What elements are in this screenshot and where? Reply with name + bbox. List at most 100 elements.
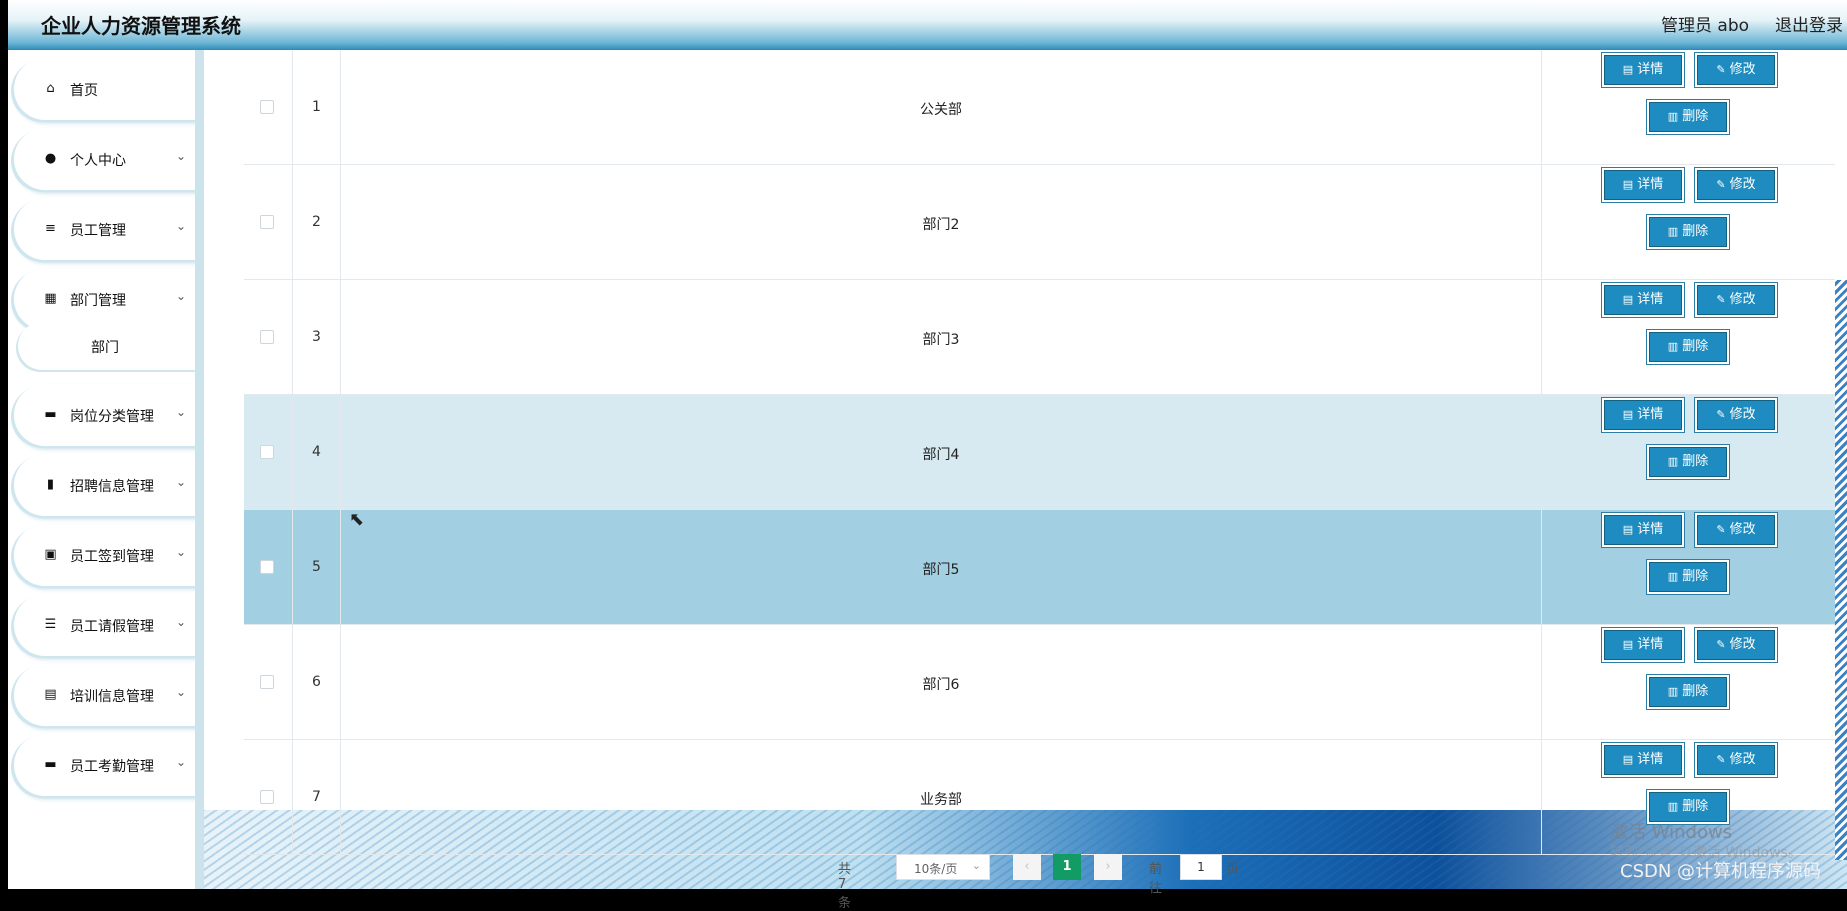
goto-page-input[interactable] — [1180, 854, 1222, 880]
sidebar-item-label: 员工考勤管理 — [70, 759, 154, 775]
department-name: 部门4 — [922, 447, 960, 463]
row-index: 3 — [312, 329, 321, 345]
department-name: 部门5 — [922, 562, 960, 578]
trash-icon: ▥ — [1667, 685, 1679, 698]
chevron-down-icon: ⌄ — [176, 475, 187, 489]
table-row: 2 部门2 — [244, 165, 1835, 280]
row-checkbox[interactable] — [260, 675, 274, 689]
chevron-down-icon: ⌄ — [176, 545, 187, 559]
edit-button[interactable]: ✎ 修改 — [1697, 400, 1775, 430]
row-checkbox[interactable] — [260, 330, 274, 344]
sidebar-item-leave[interactable]: ☰ 员工请假管理 ⌄ — [14, 594, 200, 656]
edit-button[interactable]: ✎ 修改 — [1697, 745, 1775, 775]
department-name: 公关部 — [920, 102, 962, 118]
row-index: 4 — [312, 444, 321, 460]
decorative-strip — [1835, 280, 1847, 860]
page-size-value: 10条/页 — [914, 862, 958, 876]
csdn-watermark: CSDN @计算机程序源码 — [1620, 861, 1822, 882]
detail-button[interactable]: ▤ 详情 — [1604, 55, 1682, 85]
sidebar-item-attendance[interactable]: ▬ 员工考勤管理 ⌄ — [14, 734, 200, 796]
chevron-down-icon: ⌄ — [971, 859, 981, 872]
top-header: 企业人力资源管理系统 管理员 abo 退出登录 — [8, 0, 1847, 50]
sidebar-item-home[interactable]: ⌂ 首页 — [14, 58, 200, 120]
edit-button[interactable]: ✎ 修改 — [1697, 170, 1775, 200]
detail-button[interactable]: ▤ 详情 — [1604, 285, 1682, 315]
edit-button[interactable]: ✎ 修改 — [1697, 515, 1775, 545]
chevron-left-icon: ‹ — [1024, 859, 1030, 874]
pagination-total: 共 7 条 — [838, 862, 852, 911]
windows-activation-title: 激活 Windows — [1610, 822, 1733, 843]
row-checkbox[interactable] — [260, 215, 274, 229]
sidebar-item-recruitment[interactable]: ▮ 招聘信息管理 ⌄ — [14, 454, 200, 516]
table-row: 1 公关部 — [244, 50, 1835, 165]
detail-button[interactable]: ▤ 详情 — [1604, 515, 1682, 545]
chevron-right-icon: › — [1105, 859, 1111, 874]
pencil-icon: ✎ — [1716, 178, 1726, 191]
row-index: 6 — [312, 674, 321, 690]
department-name: 部门6 — [922, 677, 960, 693]
pencil-icon: ✎ — [1716, 523, 1726, 536]
edit-button[interactable]: ✎ 修改 — [1697, 630, 1775, 660]
pencil-icon: ✎ — [1716, 293, 1726, 306]
sidebar-item-label: 员工签到管理 — [70, 549, 154, 565]
page-size-select[interactable]: 10条/页 ⌄ — [896, 854, 990, 880]
sidebar-item-label: 培训信息管理 — [70, 689, 154, 705]
trash-icon: ▥ — [1667, 110, 1679, 123]
detail-button[interactable]: ▤ 详情 — [1604, 170, 1682, 200]
sidebar-item-training[interactable]: ▤ 培训信息管理 ⌄ — [14, 664, 200, 726]
row-index: 2 — [312, 214, 321, 230]
trash-icon: ▥ — [1667, 455, 1679, 468]
row-checkbox[interactable] — [260, 790, 274, 804]
prev-page-button[interactable]: ‹ — [1013, 854, 1041, 880]
edit-button[interactable]: ✎ 修改 — [1697, 285, 1775, 315]
admin-label: 管理员 abo — [1661, 16, 1750, 36]
trash-icon: ▥ — [1667, 800, 1679, 813]
row-checkbox[interactable] — [260, 560, 274, 574]
chevron-down-icon: ⌄ — [176, 755, 187, 769]
chevron-down-icon: ⌄ — [176, 685, 187, 699]
list-icon: ☰ — [44, 617, 57, 632]
app-title: 企业人力资源管理系统 — [41, 14, 241, 38]
delete-button[interactable]: ▥ 删除 — [1649, 332, 1727, 362]
delete-button[interactable]: ▥ 删除 — [1649, 677, 1727, 707]
department-table: 1 公关部 2 部门2 3 部门3 4 部门4 5 部门5 6 部门6 7 业务… — [244, 50, 1835, 855]
delete-button[interactable]: ▥ 删除 — [1649, 447, 1727, 477]
logout-link[interactable]: 退出登录 — [1775, 11, 1843, 36]
detail-button[interactable]: ▤ 详情 — [1604, 630, 1682, 660]
sidebar-subitem-department[interactable]: 部门 — [18, 322, 200, 370]
mouse-cursor-icon: ⬉ — [349, 509, 365, 530]
trash-icon: ▥ — [1667, 225, 1679, 238]
row-checkbox[interactable] — [260, 100, 274, 114]
sidebar-item-position-category[interactable]: ▬ 岗位分类管理 ⌄ — [14, 384, 200, 446]
main-content: 1 公关部 2 部门2 3 部门3 4 部门4 5 部门5 6 部门6 7 业务… — [204, 50, 1847, 889]
pencil-icon: ✎ — [1716, 638, 1726, 651]
chevron-down-icon: ⌄ — [176, 405, 187, 419]
edit-button[interactable]: ✎ 修改 — [1697, 55, 1775, 85]
delete-button[interactable]: ▥ 删除 — [1649, 217, 1727, 247]
pencil-icon: ✎ — [1716, 753, 1726, 766]
user-icon: ● — [44, 151, 57, 166]
detail-button[interactable]: ▤ 详情 — [1604, 400, 1682, 430]
sidebar-item-personal-center[interactable]: ● 个人中心 ⌄ — [14, 128, 200, 190]
sidebar-item-label: 首页 — [70, 83, 98, 99]
chevron-down-icon: ⌄ — [176, 289, 187, 303]
next-page-button[interactable]: › — [1094, 854, 1122, 880]
sidebar-item-department[interactable]: ▦ 部门管理 ⌄ — [14, 268, 200, 330]
delete-button[interactable]: ▥ 删除 — [1649, 102, 1727, 132]
sidebar-subitem-label: 部门 — [91, 340, 119, 356]
row-index: 1 — [312, 99, 321, 115]
sidebar-item-checkin[interactable]: ▣ 员工签到管理 ⌄ — [14, 524, 200, 586]
detail-button[interactable]: ▤ 详情 — [1604, 745, 1682, 775]
sidebar-item-employee[interactable]: ≡ 员工管理 ⌄ — [14, 198, 200, 260]
current-page-button[interactable]: 1 — [1053, 854, 1081, 880]
document-icon: ▤ — [1622, 753, 1634, 766]
ticket-icon: ▬ — [44, 407, 57, 422]
trash-icon: ▥ — [1667, 340, 1679, 353]
sidebar: ⌂ 首页 ● 个人中心 ⌄ ≡ 员工管理 ⌄ ▦ 部门管理 ⌄ 部门 ▬ 岗位分… — [8, 50, 204, 889]
table-row: 4 部门4 — [244, 395, 1835, 510]
clipboard-check-icon: ▣ — [44, 547, 57, 562]
delete-button[interactable]: ▥ 删除 — [1649, 562, 1727, 592]
document-icon: ▤ — [1622, 293, 1634, 306]
row-checkbox[interactable] — [260, 445, 274, 459]
chevron-down-icon: ⌄ — [176, 615, 187, 629]
